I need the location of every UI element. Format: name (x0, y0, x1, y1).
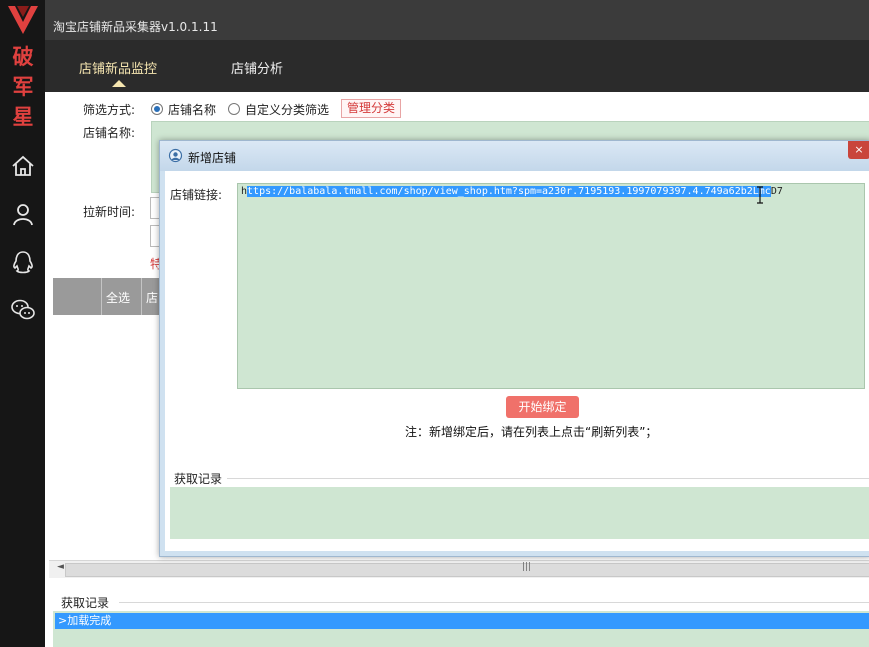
dialog-body: 店铺链接: https://balabala.tmall.com/shop/vi… (165, 171, 869, 551)
wechat-icon[interactable] (10, 297, 36, 323)
dialog-title: 新增店铺 (188, 151, 237, 165)
record-area (170, 487, 869, 539)
url-selection: ttps://balabala.tmall.com/shop/view_shop… (247, 186, 771, 197)
app-title: 淘宝店铺新品采集器v1.0.1.11 (53, 20, 218, 34)
radio-shop-name-label: 店铺名称 (168, 103, 217, 117)
dialog-app-icon (168, 148, 183, 163)
user-icon[interactable] (10, 201, 36, 227)
log-line-selected[interactable]: >加载完成 (55, 613, 869, 629)
log-divider (119, 602, 869, 603)
scroll-left-icon[interactable]: ◄ (57, 562, 64, 572)
filter-label: 筛选方式: (83, 103, 136, 117)
manage-category-button[interactable]: 管理分类 (341, 99, 402, 118)
qq-icon[interactable] (10, 249, 36, 275)
brand-name: 破 军 星 (12, 44, 34, 129)
grip-icon: ||| (522, 562, 532, 572)
title-bar: 淘宝店铺新品采集器v1.0.1.11 (45, 0, 869, 40)
tab-shop-monitor[interactable]: 店铺新品监控 (79, 58, 157, 77)
radio-custom-category[interactable] (228, 103, 240, 115)
log-panel-label: 获取记录 (61, 596, 110, 610)
home-icon[interactable] (10, 153, 36, 179)
record-divider (227, 478, 869, 479)
bind-note: 注：新增绑定后，请在列表上点击“刷新列表”； (405, 425, 658, 439)
active-tab-indicator (112, 80, 126, 87)
column-shop-header: 店 (146, 291, 159, 305)
shop-url-text: https://balabala.tmall.com/shop/view_sho… (241, 186, 783, 197)
shop-url-input[interactable]: https://balabala.tmall.com/shop/view_sho… (237, 183, 865, 389)
radio-custom-category-label: 自定义分类筛选 (245, 103, 330, 117)
close-button[interactable]: × (848, 141, 869, 159)
logo-icon (8, 6, 38, 34)
add-shop-dialog: 新增店铺 × 店铺链接: https://balabala.tmall.com/… (159, 140, 869, 557)
record-label: 获取记录 (174, 472, 223, 486)
scroll-thumb[interactable] (65, 563, 869, 577)
text-cursor-icon (757, 186, 763, 204)
dialog-title-bar[interactable]: 新增店铺 × (160, 141, 869, 171)
tab-shop-analysis[interactable]: 店铺分析 (231, 58, 283, 77)
select-all-button[interactable]: 全选 (106, 289, 130, 306)
tab-bar (45, 40, 869, 92)
pull-time-label: 拉新时间: (83, 205, 136, 219)
brand-sidebar: 破 军 星 (0, 0, 45, 647)
horizontal-scrollbar[interactable]: ◄ ||| (49, 560, 869, 578)
radio-shop-name[interactable] (151, 103, 163, 115)
url-label: 店铺链接: (170, 188, 223, 202)
start-bind-button[interactable]: 开始绑定 (506, 396, 579, 418)
shop-name-label: 店铺名称: (83, 126, 136, 140)
